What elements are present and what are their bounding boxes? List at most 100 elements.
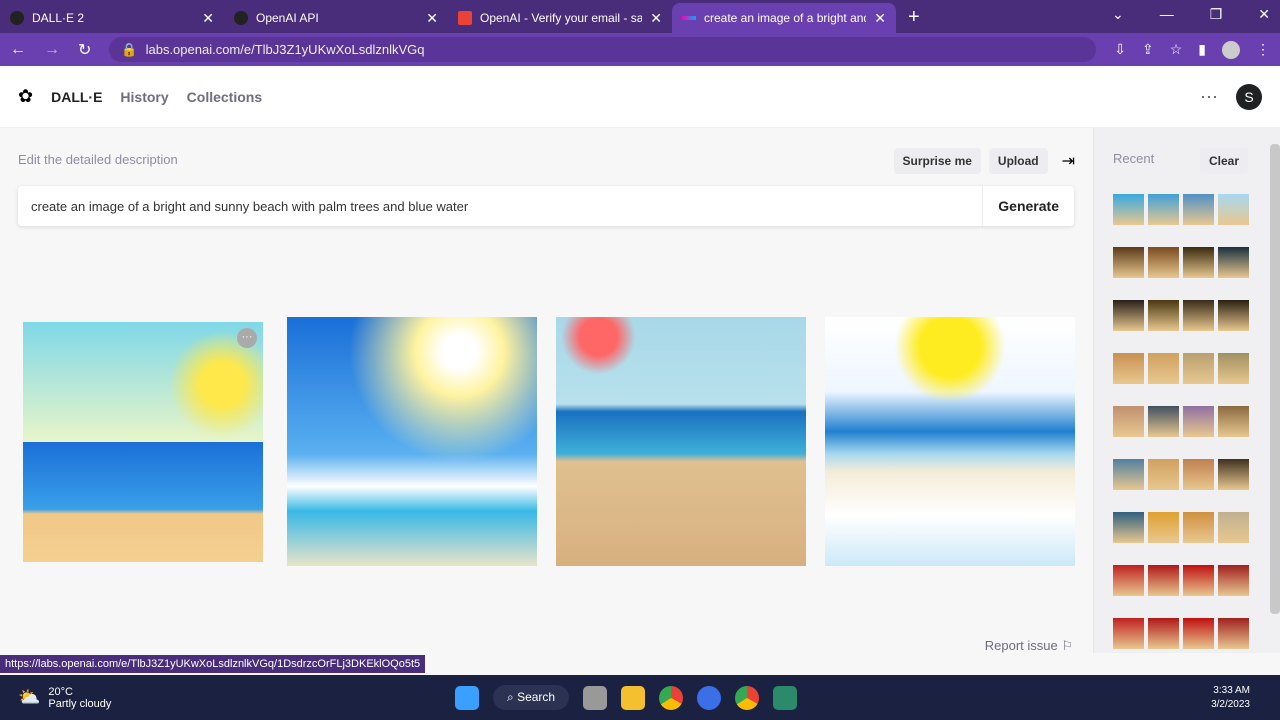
recent-thumbnail[interactable] bbox=[1113, 459, 1144, 490]
close-icon[interactable]: ✕ bbox=[874, 10, 886, 27]
recent-thumbnail[interactable] bbox=[1183, 459, 1214, 490]
tab-active[interactable]: create an image of a bright and sunny✕ bbox=[672, 3, 896, 33]
recent-sidebar: Recent Clear bbox=[1093, 128, 1280, 653]
new-tab-button[interactable]: + bbox=[908, 6, 920, 29]
user-avatar[interactable]: S bbox=[1236, 83, 1262, 110]
recent-thumbnail[interactable] bbox=[1113, 512, 1144, 543]
url-field[interactable]: 🔒 labs.openai.com/e/TlbJ3Z1yUKwXoLsdlznlk… bbox=[109, 37, 1097, 62]
recent-thumbnail[interactable] bbox=[1183, 353, 1214, 384]
profile-avatar[interactable] bbox=[1222, 40, 1240, 59]
prompt-box: Generate bbox=[18, 186, 1074, 226]
clock[interactable]: 3:33 AM 3/2/2023 bbox=[1211, 684, 1250, 712]
recent-thumbnail[interactable] bbox=[1148, 300, 1179, 331]
recent-thumbnail[interactable] bbox=[1218, 618, 1249, 649]
recent-thumbnail[interactable] bbox=[1148, 353, 1179, 384]
recent-thumbnail[interactable] bbox=[1113, 565, 1144, 596]
star-icon[interactable]: ☆ bbox=[1170, 41, 1183, 59]
menu-icon[interactable]: ⋮ bbox=[1256, 41, 1270, 59]
recent-thumbnail[interactable] bbox=[1113, 194, 1144, 225]
surprise-me-button[interactable]: Surprise me bbox=[893, 148, 981, 174]
app-c-icon[interactable] bbox=[697, 685, 722, 710]
sidebar-icon[interactable]: ▮ bbox=[1198, 41, 1206, 59]
tab-openai-api[interactable]: OpenAI API ✕ bbox=[224, 3, 448, 33]
more-options-icon[interactable]: ··· bbox=[237, 328, 257, 348]
recent-thumbnail[interactable] bbox=[1218, 565, 1249, 596]
recent-thumbnail[interactable] bbox=[1148, 247, 1179, 278]
recent-thumbnail[interactable] bbox=[1113, 618, 1144, 649]
recent-thumbnail[interactable] bbox=[1218, 459, 1249, 490]
prompt-input[interactable] bbox=[18, 198, 983, 214]
recent-thumbnail[interactable] bbox=[1218, 194, 1249, 225]
recent-thumbnail[interactable] bbox=[1148, 618, 1179, 649]
openai-logo-icon: ✿ bbox=[18, 86, 34, 106]
reload-icon[interactable]: ↻ bbox=[78, 40, 91, 60]
recent-thumbnail[interactable] bbox=[1148, 406, 1179, 437]
recent-thumbnail[interactable] bbox=[1183, 565, 1214, 596]
recent-thumbnail[interactable] bbox=[1218, 512, 1249, 543]
recent-thumbnail[interactable] bbox=[1183, 247, 1214, 278]
recent-thumbnail[interactable] bbox=[1148, 512, 1179, 543]
generate-button[interactable]: Generate bbox=[982, 186, 1074, 226]
forward-icon[interactable]: → bbox=[44, 41, 60, 59]
generated-image-1[interactable]: ··· bbox=[23, 322, 263, 562]
recent-thumbnail[interactable] bbox=[1218, 247, 1249, 278]
status-url: https://labs.openai.com/e/TlbJ3Z1yUKwXoL… bbox=[0, 655, 426, 673]
task-view-icon[interactable] bbox=[583, 685, 608, 710]
start-icon[interactable] bbox=[455, 685, 479, 710]
editor: Edit the detailed description Surprise m… bbox=[0, 128, 1093, 653]
install-icon[interactable]: ⇩ bbox=[1114, 41, 1126, 59]
generated-image-2[interactable] bbox=[287, 317, 537, 566]
tab-bar: DALL·E 2 ✕ OpenAI API ✕ OpenAI - Verify yo… bbox=[0, 0, 1280, 33]
close-window-button[interactable]: ✕ bbox=[1258, 6, 1270, 23]
recent-thumbnail[interactable] bbox=[1113, 353, 1144, 384]
weather-widget[interactable]: ⛅ 20°C Partly cloudy bbox=[18, 686, 111, 710]
recent-thumbnail[interactable] bbox=[1113, 247, 1144, 278]
close-icon[interactable]: ✕ bbox=[202, 10, 214, 27]
close-icon[interactable]: ✕ bbox=[650, 10, 662, 27]
chevron-down-icon[interactable]: ⌄ bbox=[1112, 6, 1124, 23]
lock-icon: 🔒 bbox=[121, 41, 138, 57]
share-icon[interactable]: ⇪ bbox=[1142, 41, 1154, 59]
scrollbar[interactable] bbox=[1270, 144, 1280, 614]
recent-thumbnail[interactable] bbox=[1148, 194, 1179, 225]
tab-dalle[interactable]: DALL·E 2 ✕ bbox=[0, 3, 224, 33]
file-explorer-icon[interactable] bbox=[621, 685, 646, 710]
nav-history[interactable]: History bbox=[120, 89, 168, 105]
more-icon[interactable]: ··· bbox=[1200, 86, 1218, 107]
openai-icon bbox=[234, 11, 248, 25]
minimize-button[interactable]: — bbox=[1160, 6, 1174, 23]
restore-button[interactable]: ❐ bbox=[1210, 6, 1223, 23]
recent-thumbnails bbox=[1113, 194, 1249, 649]
app-icon[interactable] bbox=[773, 685, 798, 710]
recent-thumbnail[interactable] bbox=[1148, 565, 1179, 596]
back-icon[interactable]: ← bbox=[10, 41, 26, 59]
tab-gmail[interactable]: OpenAI - Verify your email - sam ✕ bbox=[448, 3, 672, 33]
flag-icon: ⚐ bbox=[1061, 638, 1073, 653]
recent-thumbnail[interactable] bbox=[1113, 406, 1144, 437]
recent-thumbnail[interactable] bbox=[1113, 300, 1144, 331]
recent-thumbnail[interactable] bbox=[1183, 512, 1214, 543]
nav-collections[interactable]: Collections bbox=[187, 89, 262, 105]
recent-thumbnail[interactable] bbox=[1183, 194, 1214, 225]
search-button[interactable]: ⌕ Search bbox=[493, 685, 570, 710]
recent-thumbnail[interactable] bbox=[1183, 300, 1214, 331]
recent-thumbnail[interactable] bbox=[1148, 459, 1179, 490]
generated-image-3[interactable] bbox=[556, 317, 806, 566]
generated-image-4[interactable] bbox=[825, 317, 1075, 566]
recent-thumbnail[interactable] bbox=[1218, 406, 1249, 437]
address-bar-row: ← → ↻ 🔒 labs.openai.com/e/TlbJ3Z1yUKwXoLsdl… bbox=[0, 33, 1280, 66]
report-issue-link[interactable]: Report issue ⚐ bbox=[985, 638, 1073, 654]
recent-thumbnail[interactable] bbox=[1218, 300, 1249, 331]
editor-label: Edit the detailed description bbox=[18, 152, 178, 167]
recent-thumbnail[interactable] bbox=[1218, 353, 1249, 384]
clear-button[interactable]: Clear bbox=[1199, 148, 1248, 174]
collapse-sidebar-icon[interactable]: ⇥ bbox=[1062, 151, 1075, 171]
brand[interactable]: DALL·E bbox=[51, 89, 102, 105]
recent-thumbnail[interactable] bbox=[1183, 406, 1214, 437]
chrome-icon[interactable] bbox=[659, 685, 684, 710]
close-icon[interactable]: ✕ bbox=[426, 10, 438, 27]
upload-button[interactable]: Upload bbox=[988, 148, 1048, 174]
chrome-active-icon[interactable] bbox=[735, 685, 760, 710]
recent-thumbnail[interactable] bbox=[1183, 618, 1214, 649]
gmail-icon bbox=[458, 11, 472, 25]
